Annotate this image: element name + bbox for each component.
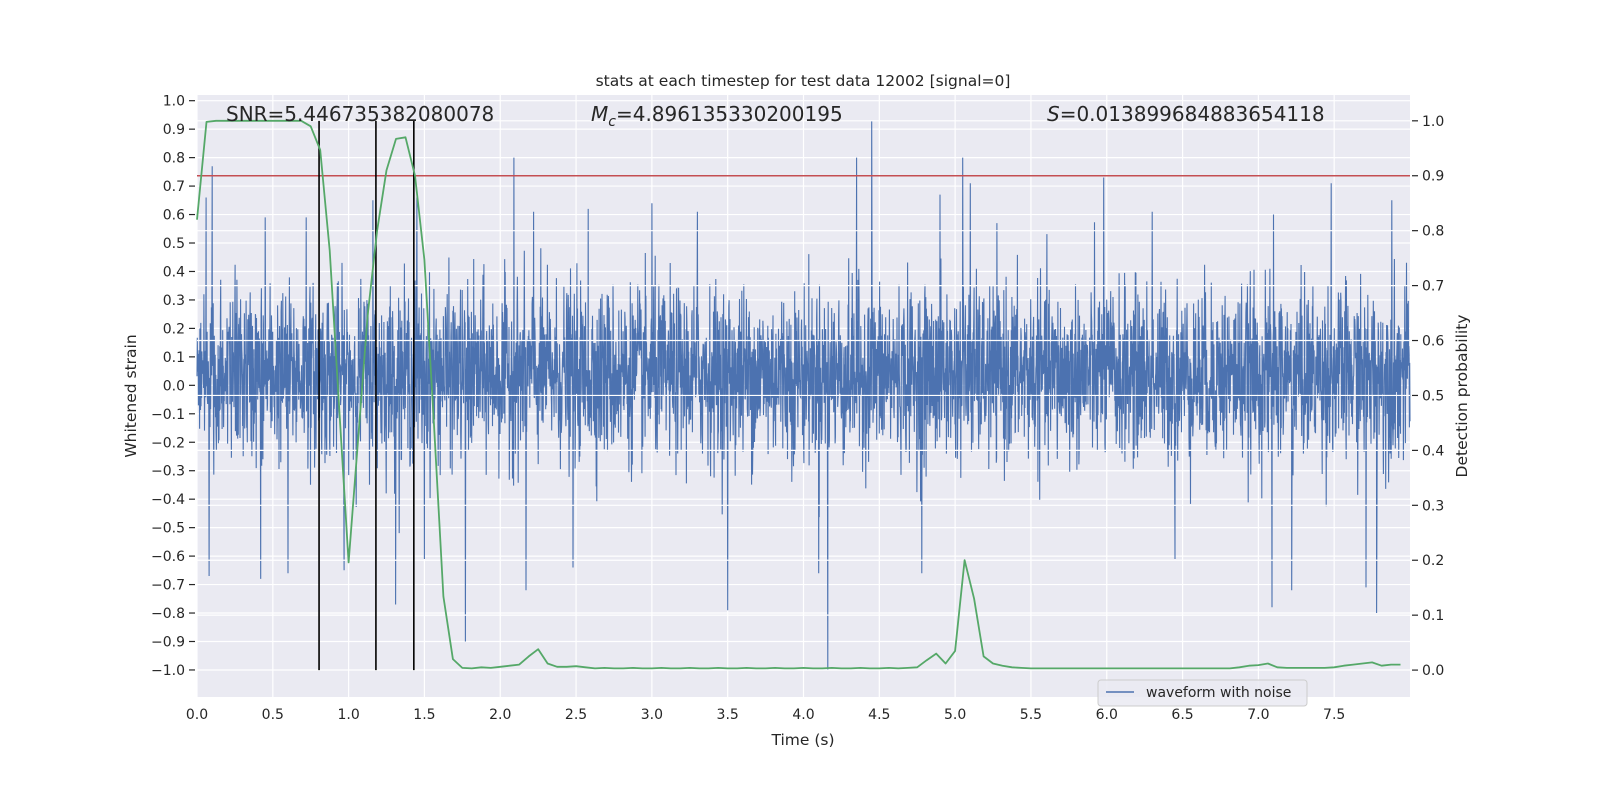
y-left-tick-label: −0.9 (151, 634, 185, 650)
legend: waveform with noise (1097, 679, 1308, 707)
chirp-mass-value: =4.896135330200195 (616, 102, 843, 126)
legend-label-waveform: waveform with noise (1146, 685, 1291, 701)
chart-title: stats at each timestep for test data 120… (596, 72, 1011, 90)
y-left-tick-label: 0.9 (163, 122, 185, 138)
y-axis-left-label: Whitened strain (122, 334, 140, 457)
y-left-tick-label: −0.6 (151, 549, 185, 565)
x-tick-label: 1.0 (337, 707, 359, 723)
y-right-tick-label: 0.5 (1422, 388, 1444, 404)
s-symbol: S (1047, 102, 1060, 126)
y-left-tick-label: 0.6 (163, 208, 185, 224)
y-axis-right-label: Detection probability (1453, 315, 1471, 478)
s-value: =0.013899684883654118 (1060, 102, 1325, 126)
chirp-mass-annotation: Mc=4.896135330200195 (591, 102, 843, 130)
y-left-tick-label: −0.7 (151, 578, 185, 594)
y-left-tick-label: 0.0 (163, 378, 185, 394)
x-tick-label: 2.5 (565, 707, 587, 723)
y-left-tick-label: −0.1 (151, 407, 185, 423)
y-right-tick-label: 0.3 (1422, 498, 1444, 514)
x-tick-label: 4.0 (792, 707, 814, 723)
s-annotation: S=0.013899684883654118 (1047, 102, 1325, 126)
y-left-tick-label: 1.0 (163, 94, 185, 110)
y-right-tick-label: 0.1 (1422, 608, 1444, 624)
x-axis-label: Time (s) (770, 731, 834, 749)
y-right-tick-label: 0.2 (1422, 553, 1444, 569)
x-tick-label: 3.0 (641, 707, 663, 723)
x-tick-label: 0.0 (186, 707, 208, 723)
y-left-tick-label: −0.4 (151, 492, 185, 508)
x-tick-label: 4.5 (868, 707, 890, 723)
y-left-tick-label: 0.2 (163, 321, 185, 337)
y-right-tick-label: 0.0 (1422, 663, 1444, 679)
y-left-tick-label: 0.8 (163, 151, 185, 167)
y-right-tick-label: 0.7 (1422, 279, 1444, 295)
chart: 0.0 0.5 1.0 1.5 2.0 2.5 3.0 3.5 4.0 4.5 5.0 5.5 6.0 6… (122, 72, 1471, 749)
y-left-tick-label: −0.3 (151, 464, 185, 480)
x-tick-label: 7.5 (1323, 707, 1345, 723)
x-tick-label: 5.5 (1020, 707, 1042, 723)
y-right-tick-label: 1.0 (1422, 114, 1444, 130)
y-left-tick-label: 0.4 (163, 264, 185, 280)
x-tick-label: 7.0 (1247, 707, 1269, 723)
y-right-tick-label: 0.6 (1422, 334, 1444, 350)
y-left-tick-label: 0.5 (163, 236, 185, 252)
x-tick-label: 6.0 (1096, 707, 1118, 723)
y-left-tick-label: 0.7 (163, 179, 185, 195)
y-left-tick-label: −0.8 (151, 606, 185, 622)
y-left-tick-label: −0.5 (151, 521, 185, 537)
y-right-tick-label: 0.4 (1422, 443, 1444, 459)
y-left-tick-label: 0.1 (163, 350, 185, 366)
x-tick-label: 3.5 (717, 707, 739, 723)
x-tick-label: 6.5 (1171, 707, 1193, 723)
y-right-tick-label: 0.8 (1422, 224, 1444, 240)
x-tick-label: 0.5 (262, 707, 284, 723)
y-left-tick-label: −0.2 (151, 435, 185, 451)
y-right-tick-label: 0.9 (1422, 169, 1444, 185)
x-tick-label: 2.0 (489, 707, 511, 723)
snr-annotation: SNR=5.446735382080078 (226, 102, 494, 126)
y-left-tick-label: 0.3 (163, 293, 185, 309)
x-tick-label: 5.0 (944, 707, 966, 723)
y-left-tick-label: −1.0 (151, 663, 185, 679)
chirp-mass-symbol: M (591, 102, 608, 126)
x-tick-label: 1.5 (413, 707, 435, 723)
